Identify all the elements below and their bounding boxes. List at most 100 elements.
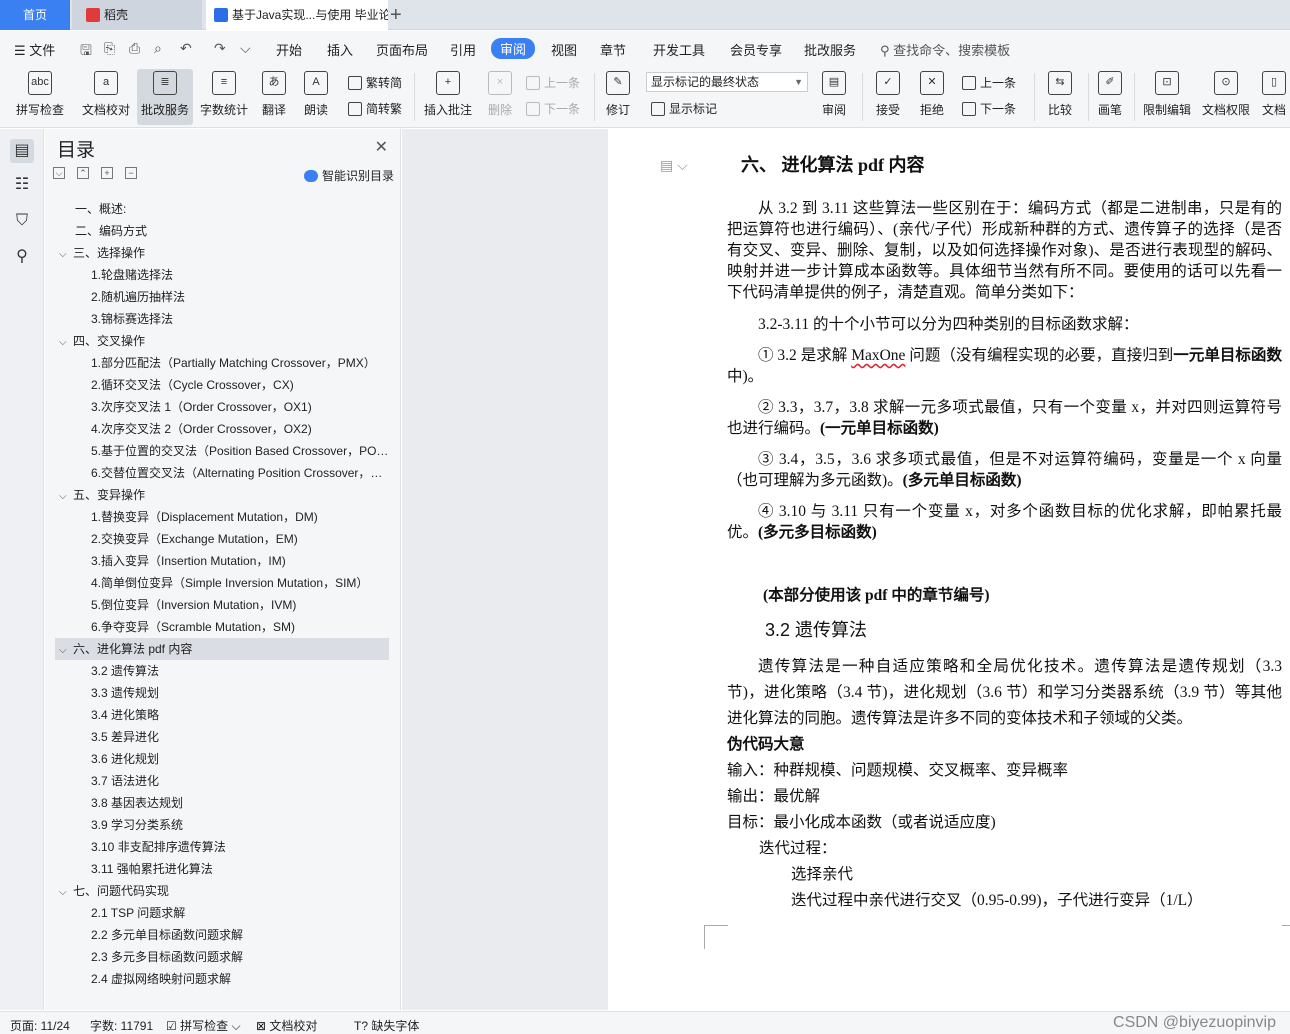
document-more-button[interactable]: ▯ 文档 (1258, 69, 1290, 125)
print-icon[interactable]: ⎙ (129, 40, 140, 57)
toc-item[interactable]: 3.插入变异（Insertion Mutation，IM) (55, 550, 389, 572)
new-tab-button[interactable]: + (390, 2, 402, 28)
bookmark-icon[interactable]: ⛉ (10, 209, 34, 233)
toc-item[interactable]: ⌵ 七、问题代码实现 (55, 880, 389, 902)
collapse-all-icon[interactable]: ⌵ (53, 167, 65, 179)
translate-button[interactable]: あ翻译 (256, 69, 292, 125)
toc-item[interactable]: 3.7 语法进化 (55, 770, 389, 792)
document-proof-button[interactable]: a 文档校对 (78, 69, 134, 125)
menu-start[interactable]: 开始 (276, 40, 302, 59)
menu-view[interactable]: 视图 (551, 40, 577, 59)
restrict-editing-button[interactable]: ⊡ 限制编辑 (1140, 69, 1194, 125)
toc-item[interactable]: 2.1 TSP 问题求解 (55, 902, 389, 924)
read-aloud-button[interactable]: A 朗读 (300, 69, 332, 125)
menu-insert[interactable]: 插入 (327, 40, 353, 59)
page-indicator[interactable]: 页面: 11/24 (10, 1017, 70, 1034)
menu-reference[interactable]: 引用 (450, 40, 476, 59)
toc-item[interactable]: 1.轮盘赌选择法 (55, 264, 389, 286)
status-proof[interactable]: ⊠ 文档校对 (256, 1017, 317, 1034)
reject-button[interactable]: ✕ 拒绝 (914, 69, 950, 125)
toc-item[interactable]: 2.随机遍历抽样法 (55, 286, 389, 308)
status-missing-font[interactable]: T? 缺失字体 (354, 1017, 419, 1034)
toc-item[interactable]: ⌵ 五、变异操作 (55, 484, 389, 506)
export-icon[interactable]: ⎘ (104, 40, 115, 57)
page-layout-icon[interactable]: ▤ ⌵ (660, 157, 688, 174)
toc-item[interactable]: 2.3 多元多目标函数问题求解 (55, 946, 389, 968)
menu-section[interactable]: 章节 (600, 40, 626, 59)
toc-item[interactable]: 2.4 虚拟网络映射问题求解 (55, 968, 389, 990)
toc-item[interactable]: 3.5 差异进化 (55, 726, 389, 748)
tab-document[interactable]: 基于Java实现...与使用 毕业论 (206, 0, 388, 30)
menu-correction-service[interactable]: 批改服务 (804, 40, 856, 59)
close-icon[interactable]: ✕ (375, 137, 388, 157)
toc-item[interactable]: 3.8 基因表达规划 (55, 792, 389, 814)
undo-icon[interactable]: ↶ (180, 40, 192, 57)
chevron-down-icon[interactable]: ⌵ (59, 244, 73, 264)
toc-item[interactable]: 4.次序交叉法 2（Order Crossover，OX2) (55, 418, 389, 440)
accept-button[interactable]: ✓ 接受 (870, 69, 906, 125)
document-page[interactable]: ▤ ⌵ 六、 进化算法 pdf 内容 从 3.2 到 3.11 这些算法一些区别… (608, 129, 1290, 1010)
compare-button[interactable]: ⇆ 比较 (1040, 69, 1080, 125)
redo-icon[interactable]: ↷ (214, 40, 226, 57)
chevron-down-icon[interactable]: ⌵ (59, 882, 73, 902)
pen-button[interactable]: ✐ 画笔 (1094, 69, 1126, 125)
print-preview-icon[interactable]: ⌕ (154, 40, 162, 57)
quick-access-more-icon[interactable]: ⌵ (240, 40, 251, 57)
show-markup-button[interactable]: 显示标记 (651, 100, 717, 117)
status-spell-check[interactable]: ☑ 拼写检查 ⌵ (166, 1017, 241, 1034)
tab-home[interactable]: 首页 (0, 0, 70, 30)
menu-page-layout[interactable]: 页面布局 (376, 40, 428, 59)
toc-item[interactable]: 3.3 遗传规划 (55, 682, 389, 704)
toc-item[interactable]: 二、编码方式 (55, 220, 389, 242)
toc-item[interactable]: 2.交换变异（Exchange Mutation，EM) (55, 528, 389, 550)
word-count-indicator[interactable]: 字数: 11791 (90, 1017, 153, 1034)
chevron-down-icon[interactable]: ⌵ (59, 486, 73, 506)
menu-developer[interactable]: 开发工具 (653, 40, 705, 59)
toc-item[interactable]: 4.简单倒位变异（Simple Inversion Mutation，SIM） (55, 572, 389, 594)
toc-item[interactable]: 3.6 进化规划 (55, 748, 389, 770)
toc-item[interactable]: 3.次序交叉法 1（Order Crossover，OX1) (55, 396, 389, 418)
toc-item[interactable]: 6.交替位置交叉法（Alternating Position Crossover… (55, 462, 389, 484)
command-search[interactable]: ⚲ 查找命令、搜索模板 (880, 40, 1010, 59)
word-count-button[interactable]: ≡ 字数统计 (197, 69, 251, 125)
toc-item[interactable]: 3.11 强帕累托进化算法 (55, 858, 389, 880)
tab-daoke[interactable]: 稻壳 (72, 0, 202, 30)
spell-check-button[interactable]: abc 拼写检查 (10, 69, 70, 125)
toc-item[interactable]: 1.部分匹配法（Partially Matching Crossover，PMX… (55, 352, 389, 374)
toc-item[interactable]: ⌵ 四、交叉操作 (55, 330, 389, 352)
toc-item[interactable]: 5.基于位置的交叉法（Position Based Crossover，POS） (55, 440, 389, 462)
review-pane-button[interactable]: ▤ 审阅 (816, 69, 852, 125)
insert-comment-button[interactable]: + 插入批注 (420, 69, 476, 125)
track-changes-button[interactable]: ✎ 修订 (600, 69, 636, 125)
toc-item[interactable]: 3.锦标赛选择法 (55, 308, 389, 330)
find-icon[interactable]: ⚲ (10, 245, 34, 269)
toc-item[interactable]: ⌵ 三、选择操作 (55, 242, 389, 264)
chapter-nav-icon[interactable]: ☷ (10, 173, 34, 197)
add-heading-icon[interactable]: + (101, 167, 113, 179)
remove-heading-icon[interactable]: − (125, 167, 137, 179)
toc-item[interactable]: 3.10 非支配排序遗传算法 (55, 836, 389, 858)
document-permission-button[interactable]: ⊙ 文档权限 (1200, 69, 1252, 125)
correction-service-button[interactable]: ≣ 批改服务 (137, 69, 193, 125)
toc-panel-icon[interactable]: ▤ (10, 139, 34, 163)
menu-member[interactable]: 会员专享 (730, 40, 782, 59)
toc-item[interactable]: 2.循环交叉法（Cycle Crossover，CX) (55, 374, 389, 396)
toc-item[interactable]: 3.9 学习分类系统 (55, 814, 389, 836)
next-change-button[interactable]: 下一条 (962, 100, 1016, 117)
chevron-down-icon[interactable]: ⌵ (59, 332, 73, 352)
expand-up-icon[interactable]: ⌃ (77, 167, 89, 179)
next-comment-button[interactable]: 下一条 (526, 100, 580, 117)
trad-to-simp-button[interactable]: 繁转简 (348, 74, 402, 91)
toc-item[interactable]: 6.争夺变异（Scramble Mutation，SM) (55, 616, 389, 638)
markup-state-select[interactable]: 显示标记的最终状态 ▼ (646, 72, 808, 92)
prev-change-button[interactable]: 上一条 (962, 74, 1016, 91)
prev-comment-button[interactable]: 上一条 (526, 74, 580, 91)
toc-item[interactable]: 3.4 进化策略 (55, 704, 389, 726)
toc-item[interactable]: 2.2 多元单目标函数问题求解 (55, 924, 389, 946)
file-menu[interactable]: ☰ 文件 (14, 40, 55, 59)
toc-item[interactable]: ⌵ 六、进化算法 pdf 内容 (55, 638, 389, 660)
delete-comment-button[interactable]: × 删除 (482, 69, 518, 125)
smart-toc-button[interactable]: 智能识别目录 (303, 167, 394, 184)
chevron-down-icon[interactable]: ⌵ (59, 640, 73, 660)
simp-to-trad-button[interactable]: 简转繁 (348, 100, 402, 117)
